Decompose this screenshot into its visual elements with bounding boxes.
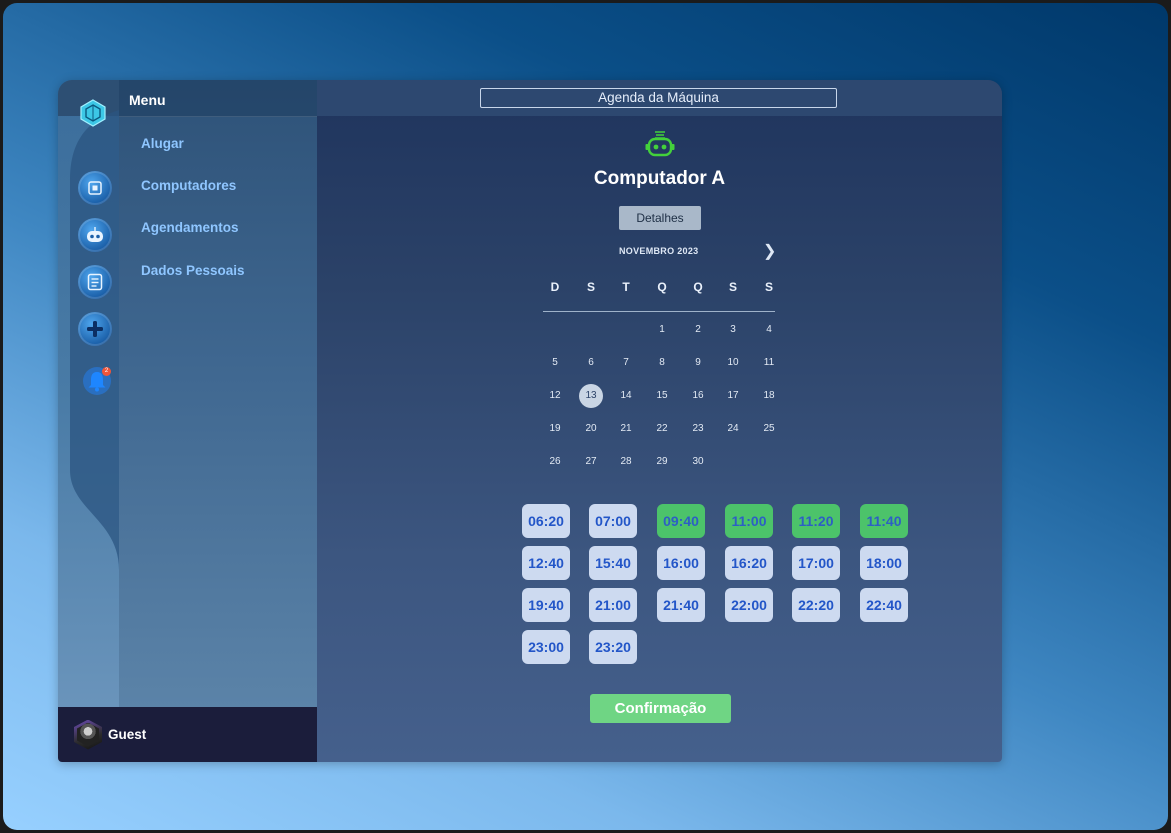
time-slot-button[interactable]: 18:00 [860,546,908,580]
calendar-day[interactable]: 19 [543,417,567,441]
calendar-day[interactable]: 21 [614,417,638,441]
calendar-day[interactable]: 28 [614,450,638,474]
time-slot-button[interactable]: 11:00 [725,504,773,538]
app-window: 2 Menu Alugar Computadores Agendamentos … [58,80,1002,762]
calendar-day[interactable]: 10 [721,351,745,375]
weekday-label: S [728,280,737,294]
calendar-day[interactable]: 16 [686,384,710,408]
calendar-day[interactable]: 12 [543,384,567,408]
time-slot-button[interactable]: 23:00 [522,630,570,664]
time-slot-button[interactable]: 21:00 [589,588,637,622]
calendar-day[interactable]: 27 [579,450,603,474]
calendar-day[interactable]: 23 [686,417,710,441]
weekday-label: T [622,280,630,294]
side-menu: Menu Alugar Computadores Agendamentos Da… [119,80,317,707]
time-slot-button[interactable]: 16:20 [725,546,773,580]
plus-icon [87,321,103,337]
calendar-day[interactable]: 25 [757,417,781,441]
menu-item-dados-pessoais[interactable]: Dados Pessoais [141,263,245,278]
time-slot-button[interactable]: 19:40 [522,588,570,622]
icon-rail: 2 [58,80,119,707]
calendar-day[interactable]: 2 [686,318,710,342]
robot-icon [87,227,103,242]
time-slot-button[interactable]: 11:20 [792,504,840,538]
time-slot-button[interactable]: 16:00 [657,546,705,580]
menu-item-computadores[interactable]: Computadores [141,178,236,193]
notifications-rail-icon[interactable]: 2 [80,364,114,398]
calendar-day[interactable]: 30 [686,450,710,474]
add-rail-icon[interactable] [78,312,112,346]
page-title: Agenda da Máquina [480,88,837,108]
time-slot-button[interactable]: 22:00 [725,588,773,622]
robot-icon [645,131,675,157]
calendar-day[interactable]: 1 [650,318,674,342]
time-slot-button[interactable]: 22:20 [792,588,840,622]
calendar-day[interactable]: 20 [579,417,603,441]
menu-item-agendamentos[interactable]: Agendamentos [141,220,239,235]
chip-icon [88,181,102,195]
weekday-label: Q [657,280,667,294]
weekday-label: S [586,280,595,294]
calendar-day-selected[interactable]: 13 [579,384,603,408]
calendar-day[interactable]: 18 [757,384,781,408]
weekday-label: D [550,280,560,294]
time-slot-button[interactable]: 12:40 [522,546,570,580]
user-bar[interactable]: Guest [58,707,317,762]
next-month-chevron-icon[interactable]: ❯ [763,241,776,261]
list-icon [87,273,103,291]
details-button[interactable]: Detalhes [619,206,701,230]
time-slot-button[interactable]: 09:40 [657,504,705,538]
user-name: Guest [108,727,147,742]
time-slot-button[interactable]: 23:20 [589,630,637,664]
notification-badge: 2 [102,367,111,376]
main-content: Agenda da Máquina Computador A Detalhes … [317,80,1002,762]
calendar-day[interactable]: 4 [757,318,781,342]
calendar-day[interactable]: 14 [614,384,638,408]
menu-item-alugar[interactable]: Alugar [141,136,184,151]
time-slot-button[interactable]: 11:40 [860,504,908,538]
confirm-button[interactable]: Confirmação [590,694,731,723]
robot-rail-icon[interactable] [78,218,112,252]
time-slot-button[interactable]: 21:40 [657,588,705,622]
calendar-day[interactable]: 11 [757,351,781,375]
desktop-background: 2 Menu Alugar Computadores Agendamentos … [3,3,1168,830]
calendar-day[interactable]: 22 [650,417,674,441]
computers-rail-icon[interactable] [78,171,112,205]
time-slot-button[interactable]: 06:20 [522,504,570,538]
calendar-day[interactable]: 5 [543,351,567,375]
machine-name: Computador A [593,168,726,189]
calendar-day[interactable]: 29 [650,450,674,474]
weekday-label: Q [693,280,703,294]
calendar-day[interactable]: 24 [721,417,745,441]
calendar-day[interactable]: 3 [721,318,745,342]
calendar-day[interactable]: 26 [543,450,567,474]
top-bar: Agenda da Máquina [317,80,1002,116]
calendar-day[interactable]: 15 [650,384,674,408]
calendar-month: NOVEMBRO 2023 [619,246,699,256]
time-slot-button[interactable]: 17:00 [792,546,840,580]
time-slot-button[interactable]: 07:00 [589,504,637,538]
calendar-day[interactable]: 8 [650,351,674,375]
app-logo-icon[interactable] [78,98,108,128]
time-slot-button[interactable]: 22:40 [860,588,908,622]
time-slot-button[interactable]: 15:40 [589,546,637,580]
calendar-day[interactable]: 6 [579,351,603,375]
calendar-divider [543,311,775,312]
avatar-image [77,722,99,747]
calendar-day[interactable]: 17 [721,384,745,408]
profile-rail-icon[interactable] [78,265,112,299]
calendar-day[interactable]: 9 [686,351,710,375]
menu-title: Menu [129,92,166,108]
calendar-day[interactable]: 7 [614,351,638,375]
weekday-label: S [764,280,773,294]
avatar [74,719,102,750]
